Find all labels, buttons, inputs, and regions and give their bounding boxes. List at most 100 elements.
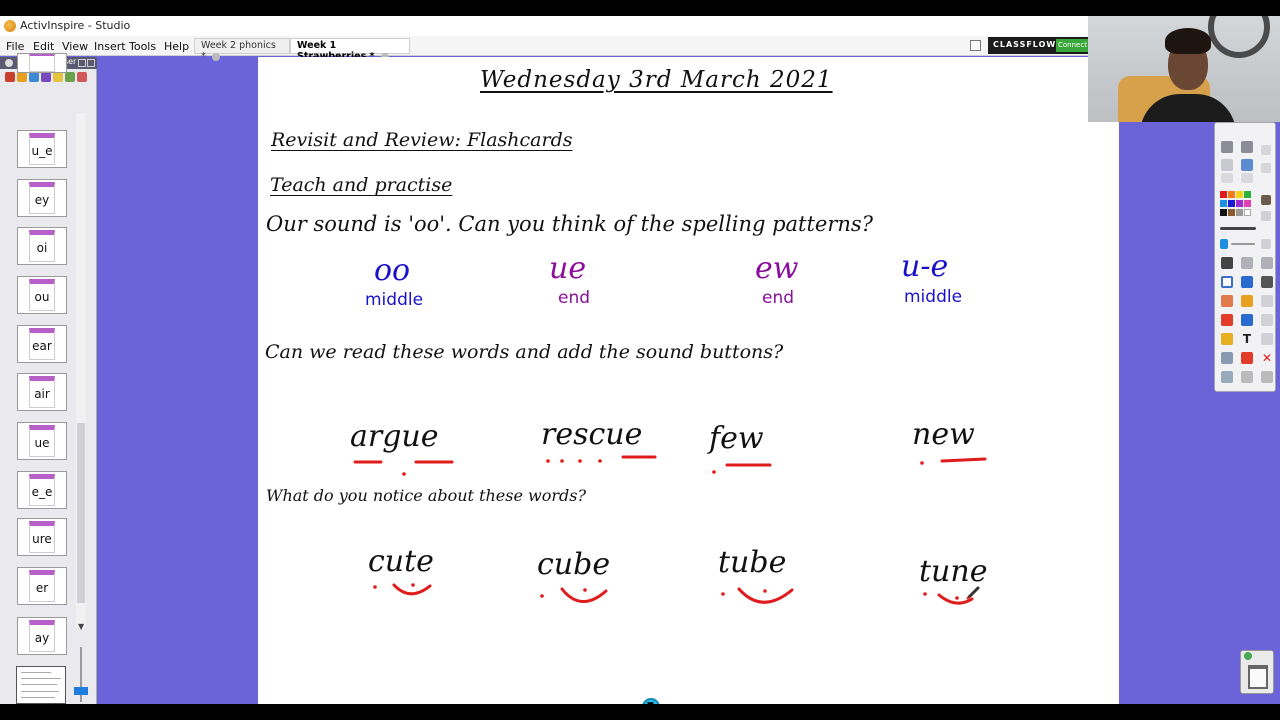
connector-icon[interactable] xyxy=(1241,314,1253,326)
property-browser-icon[interactable] xyxy=(53,72,63,82)
classflow-connect-button[interactable]: Connect xyxy=(1056,39,1088,52)
tool-icon[interactable] xyxy=(1261,239,1271,249)
tab-week-1-strawberries[interactable]: Week 1 Strawberries * xyxy=(290,38,410,62)
action-browser-icon[interactable] xyxy=(65,72,75,82)
tool-icon[interactable] xyxy=(1261,163,1271,173)
color-swatch-green[interactable] xyxy=(1244,191,1251,198)
tool-icon[interactable] xyxy=(1261,276,1273,288)
tool-icon[interactable] xyxy=(1261,145,1271,155)
tool-icon[interactable] xyxy=(1221,352,1233,364)
revealer-icon[interactable] xyxy=(1241,352,1253,364)
pin-icon[interactable] xyxy=(78,59,86,67)
tool-icon[interactable] xyxy=(1261,211,1271,221)
resource-browser-icon[interactable] xyxy=(17,72,27,82)
page-thumbnail[interactable]: ou xyxy=(17,276,67,314)
tool-icon[interactable] xyxy=(1261,295,1273,307)
menu-edit[interactable]: Edit xyxy=(33,40,54,53)
flashcard-thumbnail: oi xyxy=(29,230,55,262)
thumbnail-line xyxy=(21,678,61,679)
flashcard-thumbnail: e_e xyxy=(29,474,55,506)
scroll-down-icon[interactable]: ▼ xyxy=(78,622,84,631)
page-browser-scrollbar[interactable] xyxy=(76,113,86,628)
globe-icon[interactable] xyxy=(1241,159,1253,171)
tool-icon[interactable] xyxy=(1221,159,1233,171)
menu-file[interactable]: File xyxy=(6,40,24,53)
color-swatch-orange[interactable] xyxy=(1228,191,1235,198)
scrollbar-thumb[interactable] xyxy=(77,423,85,603)
page-thumbnail[interactable]: oi xyxy=(17,227,67,265)
color-swatch-pink[interactable] xyxy=(1244,200,1251,207)
main-toolbox: T ✕ xyxy=(1214,122,1276,392)
tool-icon[interactable] xyxy=(1241,173,1253,183)
flashcard-label: er xyxy=(35,581,49,595)
color-swatch-white[interactable] xyxy=(1244,209,1251,216)
browser-menu-icon[interactable] xyxy=(5,59,13,67)
clear-icon[interactable]: ✕ xyxy=(1261,352,1273,364)
close-tab-icon[interactable] xyxy=(211,52,220,61)
highlighter-icon[interactable] xyxy=(1241,276,1253,288)
page-thumbnail[interactable]: ey xyxy=(17,179,67,217)
page-thumbnail[interactable]: ure xyxy=(17,518,67,556)
slider-knob[interactable] xyxy=(74,687,88,695)
current-page-thumbnail[interactable] xyxy=(16,666,66,704)
color-swatch-grey[interactable] xyxy=(1236,209,1243,216)
print-icon[interactable] xyxy=(1221,141,1233,153)
tool-icon[interactable] xyxy=(1221,333,1233,345)
notes-browser-icon[interactable] xyxy=(41,72,51,82)
page-thumbnail[interactable]: ay xyxy=(17,617,67,655)
sound-dot xyxy=(763,589,767,593)
pen-width-knob[interactable] xyxy=(1220,239,1228,249)
color-picker-icon[interactable] xyxy=(1261,195,1271,205)
page-thumbnail[interactable]: air xyxy=(17,373,67,411)
select-cursor-icon[interactable] xyxy=(1221,257,1233,269)
tab-week-2-phonics[interactable]: Week 2 phonics * xyxy=(194,38,290,62)
recycle-bin[interactable] xyxy=(1240,650,1274,694)
shape-icon[interactable] xyxy=(1221,314,1233,326)
tool-icon[interactable] xyxy=(1261,257,1273,269)
page-icon[interactable] xyxy=(970,40,981,51)
tool-icon[interactable] xyxy=(1241,257,1253,269)
menu-view[interactable]: View xyxy=(62,40,88,53)
voting-browser-icon[interactable] xyxy=(77,72,87,82)
object-browser-icon[interactable] xyxy=(29,72,39,82)
classflow-panel[interactable]: CLASSFLOW Connect xyxy=(988,37,1088,54)
page-browser-icon[interactable] xyxy=(5,72,15,82)
print-preview-icon[interactable] xyxy=(1241,141,1253,153)
color-swatch-navy[interactable] xyxy=(1228,200,1235,207)
tool-icon[interactable] xyxy=(1261,314,1273,326)
page-thumbnail[interactable]: ue xyxy=(17,422,67,460)
word-cube: cube xyxy=(537,547,611,582)
split-digraph-arc xyxy=(937,593,974,605)
tool-icon[interactable] xyxy=(1261,333,1273,345)
color-swatch-red[interactable] xyxy=(1220,191,1227,198)
tool-icon[interactable] xyxy=(1221,173,1233,183)
fill-icon[interactable] xyxy=(1241,295,1253,307)
flipchart-page[interactable]: Wednesday 3rd March 2021 Revisit and Rev… xyxy=(258,57,1119,704)
page-thumbnail[interactable]: ear xyxy=(17,325,67,363)
pen-width-slider[interactable] xyxy=(1220,227,1256,230)
page-thumbnail[interactable] xyxy=(17,53,67,73)
flashcard-thumbnail: ou xyxy=(29,279,55,311)
color-swatch-blue[interactable] xyxy=(1220,200,1227,207)
text-icon[interactable]: T xyxy=(1241,333,1253,345)
page-thumbnail[interactable]: e_e xyxy=(17,471,67,509)
eraser-icon[interactable] xyxy=(1221,295,1233,307)
color-swatch-purple[interactable] xyxy=(1236,200,1243,207)
undo-icon[interactable] xyxy=(1221,371,1233,383)
tool-icon[interactable] xyxy=(1261,371,1273,383)
page-thumbnail[interactable]: u_e xyxy=(17,130,67,168)
menu-tools[interactable]: Tools xyxy=(129,40,156,53)
menu-insert[interactable]: Insert xyxy=(94,40,126,53)
thumbnail-size-slider[interactable] xyxy=(74,647,88,702)
page-thumbnail[interactable]: er xyxy=(17,567,67,605)
flashcard-thumbnail: air xyxy=(29,376,55,408)
close-icon[interactable] xyxy=(87,59,95,67)
color-swatch-black[interactable] xyxy=(1220,209,1227,216)
redo-icon[interactable] xyxy=(1241,371,1253,383)
flashcard-label: ey xyxy=(34,193,50,207)
recycle-bin-menu-icon[interactable] xyxy=(1244,652,1252,660)
color-swatch-brown[interactable] xyxy=(1228,209,1235,216)
color-swatch-yellow[interactable] xyxy=(1236,191,1243,198)
pen-icon[interactable] xyxy=(1221,276,1233,288)
menu-help[interactable]: Help xyxy=(164,40,189,53)
